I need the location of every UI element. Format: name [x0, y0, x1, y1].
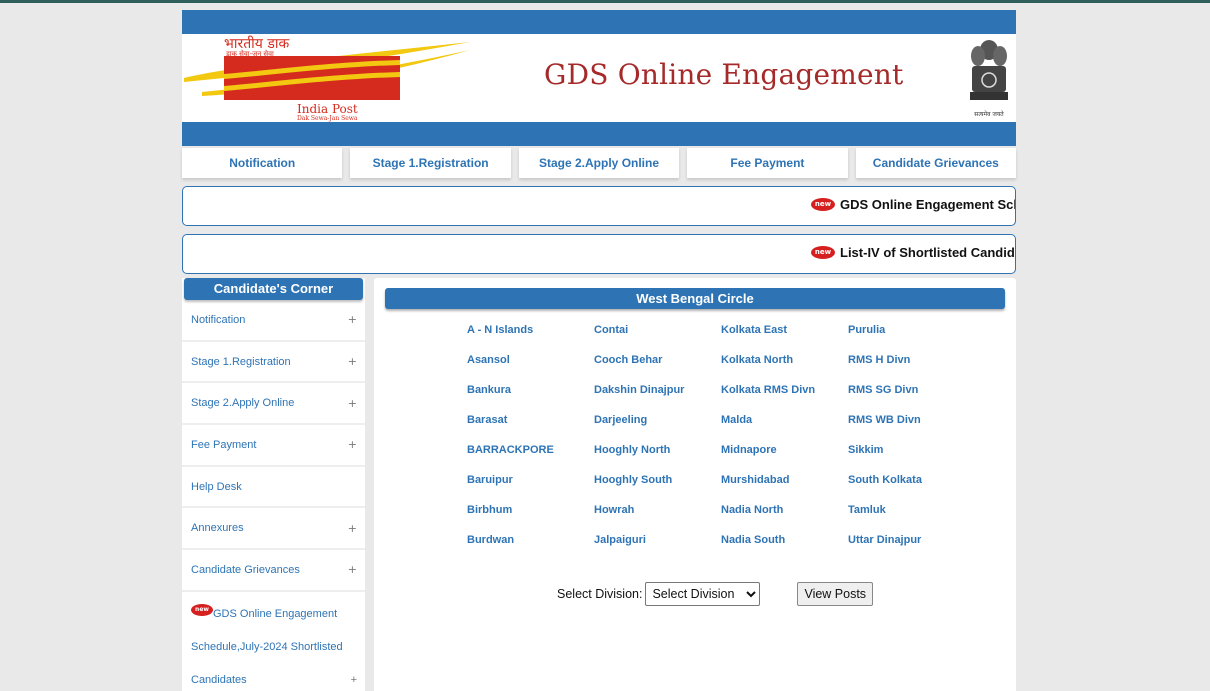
expand-plus-icon: + — [347, 396, 357, 410]
division-link[interactable]: Midnapore — [721, 444, 848, 474]
view-posts-button[interactable]: View Posts — [797, 582, 874, 606]
division-link[interactable]: Contai — [594, 324, 721, 354]
division-link[interactable]: RMS SG Divn — [848, 384, 975, 414]
division-link[interactable]: Kolkata RMS Divn — [721, 384, 848, 414]
ticker-link[interactable]: List-IV of Shortlisted Candida — [840, 245, 1015, 260]
division-link[interactable]: RMS WB Divn — [848, 414, 975, 444]
expand-plus-icon: + — [347, 355, 357, 369]
sidebar-item-fee-payment[interactable]: Fee Payment + — [182, 425, 365, 467]
division-link[interactable]: Kolkata East — [721, 324, 848, 354]
division-link[interactable]: Asansol — [467, 354, 594, 384]
header-top-band — [182, 10, 1016, 34]
nav-fee-payment[interactable]: Fee Payment — [687, 148, 848, 178]
sidebar-item-stage2-apply-online[interactable]: Stage 2.Apply Online + — [182, 383, 365, 426]
new-badge-icon: new — [191, 603, 213, 616]
division-select[interactable]: Select Division — [645, 582, 761, 606]
site-title: GDS Online Engagement — [544, 58, 904, 91]
division-link[interactable]: Barasat — [467, 414, 594, 444]
division-link[interactable]: Purulia — [848, 324, 975, 354]
sidebar-news-link[interactable]: new GDS Online Engagement Schedule,July-2… — [182, 592, 365, 691]
division-link[interactable]: Sikkim — [848, 444, 975, 474]
sidebar-item-label: Annexures — [191, 522, 244, 535]
expand-plus-icon: + — [347, 313, 357, 327]
division-link[interactable]: BARRACKPORE — [467, 444, 594, 474]
news-line-2: Schedule,July-2024 Shortlisted — [191, 640, 343, 653]
division-link[interactable]: A - N Islands — [467, 324, 594, 354]
sidebar-item-notification[interactable]: Notification + — [182, 300, 365, 342]
sidebar-item-help-desk[interactable]: Help Desk — [182, 467, 365, 509]
ticker-link[interactable]: GDS Online Engagement Sch — [840, 197, 1015, 212]
division-select-row: Select Division: Select Division View Po… — [557, 582, 874, 606]
sidebar-item-label: Help Desk — [191, 480, 242, 493]
division-link[interactable]: Tamluk — [848, 504, 975, 534]
division-link[interactable]: Nadia South — [721, 534, 848, 564]
sidebar-item-label: Stage 2.Apply Online — [191, 397, 295, 410]
sidebar-item-label: Fee Payment — [191, 438, 257, 451]
division-link[interactable]: Hooghly South — [594, 474, 721, 504]
news-line-1: GDS Online Engagement — [213, 607, 338, 620]
main-nav: Notification Stage 1.Registration Stage … — [182, 148, 1017, 178]
division-link[interactable]: Nadia North — [721, 504, 848, 534]
svg-text:डाक सेवा-जन सेवा: डाक सेवा-जन सेवा — [225, 49, 274, 58]
new-badge-icon: new — [811, 198, 835, 211]
sidebar-item-stage1-registration[interactable]: Stage 1.Registration + — [182, 342, 365, 384]
expand-plus-icon: + — [350, 673, 357, 686]
division-link[interactable]: Dakshin Dinajpur — [594, 384, 721, 414]
page-container: भारतीय डाक डाक सेवा-जन सेवा India Post D… — [182, 10, 1017, 274]
new-badge-icon: new — [811, 246, 835, 259]
sidebar-item-annexures[interactable]: Annexures + — [182, 508, 365, 551]
division-link[interactable]: Uttar Dinajpur — [848, 534, 975, 564]
division-link[interactable]: Darjeeling — [594, 414, 721, 444]
circle-panel: West Bengal Circle A - N Islands Contai Ko… — [374, 278, 1016, 691]
division-link[interactable]: Howrah — [594, 504, 721, 534]
division-link[interactable]: Jalpaiguri — [594, 534, 721, 564]
nav-stage2-apply-online[interactable]: Stage 2.Apply Online — [518, 148, 680, 178]
sidebar-item-candidate-grievances[interactable]: Candidate Grievances + — [182, 550, 365, 592]
news-ticker-2: new List-IV of Shortlisted Candida — [182, 234, 1016, 274]
header-bottom-band — [182, 122, 1016, 146]
sidebar-item-label: Stage 1.Registration — [191, 355, 291, 368]
expand-plus-icon: + — [347, 521, 357, 535]
india-post-logo: भारतीय डाक डाक सेवा-जन सेवा India Post D… — [184, 35, 470, 122]
svg-text:India Post: India Post — [297, 102, 358, 116]
division-link[interactable]: Burdwan — [467, 534, 594, 564]
division-link[interactable]: South Kolkata — [848, 474, 975, 504]
division-link[interactable]: Cooch Behar — [594, 354, 721, 384]
select-division-label: Select Division: — [557, 587, 643, 601]
division-link[interactable]: Hooghly North — [594, 444, 721, 474]
division-grid: A - N Islands Contai Kolkata East Purulia As… — [467, 324, 975, 564]
sidebar-item-label: Notification — [191, 313, 246, 326]
circle-title: West Bengal Circle — [385, 288, 1005, 309]
division-link[interactable]: Kolkata North — [721, 354, 848, 384]
nav-stage1-registration[interactable]: Stage 1.Registration — [350, 148, 511, 178]
svg-text:सत्यमेव जयते: सत्यमेव जयते — [974, 110, 1004, 118]
division-link[interactable]: Malda — [721, 414, 848, 444]
expand-plus-icon: + — [347, 438, 357, 452]
news-ticker-1: new GDS Online Engagement Sch — [182, 186, 1016, 226]
news-line-3: Candidates — [191, 673, 247, 686]
header: भारतीय डाक डाक सेवा-जन सेवा India Post D… — [182, 34, 1016, 122]
svg-text:Dak Sewa-Jan Sewa: Dak Sewa-Jan Sewa — [297, 115, 358, 122]
national-emblem-icon: सत्यमेव जयते — [970, 40, 1008, 118]
sidebar-title: Candidate's Corner — [184, 278, 363, 300]
nav-notification[interactable]: Notification — [182, 148, 343, 178]
top-accent-line — [0, 0, 1210, 3]
expand-plus-icon: + — [347, 563, 357, 577]
division-link[interactable]: RMS H Divn — [848, 354, 975, 384]
division-link[interactable]: Birbhum — [467, 504, 594, 534]
division-link[interactable]: Bankura — [467, 384, 594, 414]
division-link[interactable]: Baruipur — [467, 474, 594, 504]
sidebar-item-label: Candidate Grievances — [191, 563, 300, 576]
candidates-corner-sidebar: Candidate's Corner Notification + Stage … — [182, 278, 365, 691]
division-link[interactable]: Murshidabad — [721, 474, 848, 504]
nav-candidate-grievances[interactable]: Candidate Grievances — [855, 148, 1017, 178]
